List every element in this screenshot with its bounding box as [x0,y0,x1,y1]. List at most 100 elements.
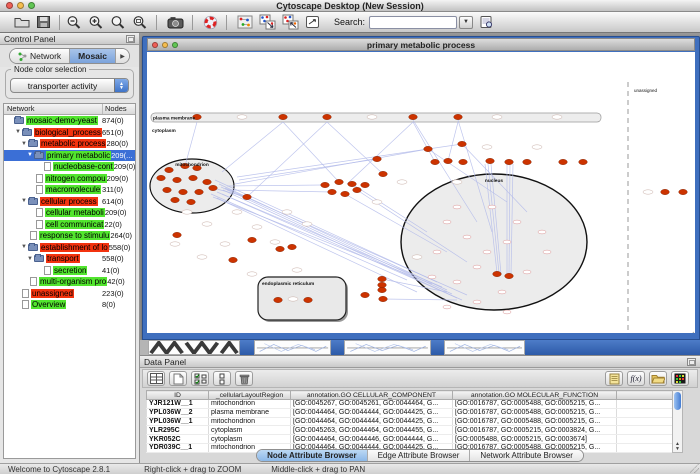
import-attributes-icon[interactable] [479,13,494,31]
tree-item-cellular-process[interactable]: ▼cellular process614(0) [4,196,135,208]
unselect-attributes-icon[interactable] [213,371,231,386]
table-column-header[interactable] [617,391,673,400]
table-cell[interactable]: [GO:0016787, GO:0005488, GO:0005215, G..… [453,408,617,417]
table-cell[interactable]: [GO:0044464, GO:0044446, GO:0044444, G..… [291,435,453,444]
network-window-titlebar[interactable]: primary metabolic process [147,38,695,51]
network-node[interactable] [173,177,182,182]
network-node[interactable] [173,232,182,237]
network-node[interactable] [424,146,433,151]
table-cell[interactable]: mitochondrion [209,417,291,426]
table-cell[interactable]: cytoplasm [209,426,291,435]
table-cell[interactable] [617,408,673,417]
select-attributes-icon[interactable] [191,371,209,386]
tree-expand-arrow[interactable]: ▼ [20,244,28,250]
network-node[interactable] [679,189,688,194]
table-row[interactable]: YJR121W__1mitochondrion[GO:0045267, GO:0… [147,400,673,409]
network-node[interactable] [378,276,387,281]
destroy-view-icon[interactable] [282,13,299,31]
network-node[interactable] [157,175,166,180]
table-cell[interactable]: YPL036W__1 [147,417,209,426]
network-node[interactable] [328,189,337,194]
zoom-in-icon[interactable] [88,13,104,31]
table-cell[interactable] [617,417,673,426]
table-cell[interactable]: YKR052C [147,435,209,444]
tab-network[interactable]: Network [10,49,70,63]
network-node[interactable] [373,156,382,161]
network-node[interactable] [579,159,588,164]
network-node[interactable] [361,292,370,297]
formula-fx-icon[interactable]: f(x) [627,371,645,386]
network-node[interactable] [321,182,330,187]
tree-expand-arrow[interactable]: ▼ [26,256,34,262]
network-node[interactable] [431,159,440,164]
tree-item-nucleobase-cont[interactable]: nucleobase-cont209(0) [4,161,135,173]
new-attribute-icon[interactable] [169,371,187,386]
tree-expand-arrow[interactable]: ▼ [26,152,34,158]
table-cell[interactable]: [GO:0005488, GO:0005215, GO:0003674] [453,435,617,444]
network-node[interactable] [458,141,467,146]
table-cell[interactable] [617,435,673,444]
network-node[interactable] [179,189,188,194]
attribute-notes-icon[interactable] [605,371,623,386]
tree-expand-arrow[interactable]: ▼ [20,198,28,204]
table-cell[interactable]: [GO:0044464, GO:0044444, GO:0044425, G..… [291,417,453,426]
tree-item-macromolecule[interactable]: macromolecule311(0) [4,184,135,196]
network-node[interactable] [189,175,198,180]
table-cell[interactable]: [GO:0044464, GO:0044444, GO:0044425, G..… [291,408,453,417]
table-cell[interactable]: YPL036W__2 [147,408,209,417]
tree-item-response-to-stimulu[interactable]: response to stimulu264(0) [4,230,135,242]
tree-item-overview[interactable]: Overview8(0) [4,299,135,311]
network-view-window[interactable]: primary metabolic process plasma membran… [142,36,700,340]
tree-expand-arrow[interactable]: ▼ [20,141,28,147]
network-node[interactable] [165,167,174,172]
open-folder-icon[interactable] [14,13,30,31]
network-node[interactable] [348,181,357,186]
table-cell[interactable]: mitochondrion [209,400,291,409]
table-row[interactable]: YPL036W__1mitochondrion[GO:0044464, GO:0… [147,417,673,426]
network-node[interactable] [486,158,495,163]
network-node[interactable] [195,189,204,194]
tab-mosaic[interactable]: Mosaic [70,49,116,63]
tree-item-establishment-of-lo[interactable]: ▼establishment of lo558(0) [4,242,135,254]
network-node[interactable] [323,114,332,119]
network-node[interactable] [559,159,568,164]
table-column-header[interactable]: ID [147,391,209,400]
attribute-table-icon[interactable] [147,371,165,386]
tree-item-cellular-metaboli[interactable]: cellular metaboli209(0) [4,207,135,219]
network-node[interactable] [276,246,285,251]
network-node[interactable] [248,237,257,242]
annotation-page-icon[interactable] [305,13,320,31]
network-node[interactable] [379,296,388,301]
tree-item-secretion[interactable]: secretion41(0) [4,265,135,277]
matrix-view-icon[interactable] [671,371,689,386]
network-canvas[interactable]: plasma membranecytoplasmmitochondrionnuc… [147,52,695,333]
background-window-glyphs[interactable] [148,340,240,355]
node-color-attribute-select[interactable]: transporter activity ▲▼ [10,78,129,93]
network-node[interactable] [203,179,212,184]
tree-item-cell-communicat[interactable]: cell communicat22(0) [4,219,135,231]
table-cell[interactable]: [GO:0016787, GO:0005488, GO:0005215, G..… [453,400,617,409]
save-icon[interactable] [36,13,51,31]
network-node[interactable] [304,297,313,302]
table-column-header[interactable]: annotation.GO MOLECULAR_FUNCTION [453,391,617,400]
zoom-selected-icon[interactable] [132,13,148,31]
tree-column-network[interactable]: Network [4,104,103,114]
table-row[interactable]: YLR295Ccytoplasm[GO:0045263, GO:0044464,… [147,426,673,435]
table-cell[interactable]: plasma membrane [209,408,291,417]
table-cell[interactable]: YJR121W__1 [147,400,209,409]
tab-overflow-arrow[interactable]: ▶ [116,49,129,63]
network-node[interactable] [229,257,238,262]
tab-network-attribute-browser[interactable]: Network Attribute Browser [470,450,582,461]
table-cell[interactable]: [GO:0016787, GO:0005215, GO:0003824, G..… [453,426,617,435]
network-node[interactable] [171,197,180,202]
table-row[interactable]: YKR052Ccytoplasm[GO:0044464, GO:0044446,… [147,435,673,444]
table-cell[interactable] [617,426,673,435]
network-node[interactable] [361,182,370,187]
background-window-thumb[interactable] [254,340,331,355]
network-node[interactable] [378,287,387,292]
table-cell[interactable]: [GO:0045263, GO:0044464, GO:0044455, G..… [291,426,453,435]
table-cell[interactable]: [GO:0045267, GO:0045261, GO:0044464, G..… [291,400,453,409]
network-node[interactable] [341,191,350,196]
network-node[interactable] [493,271,502,276]
float-panel-icon[interactable] [126,35,135,43]
